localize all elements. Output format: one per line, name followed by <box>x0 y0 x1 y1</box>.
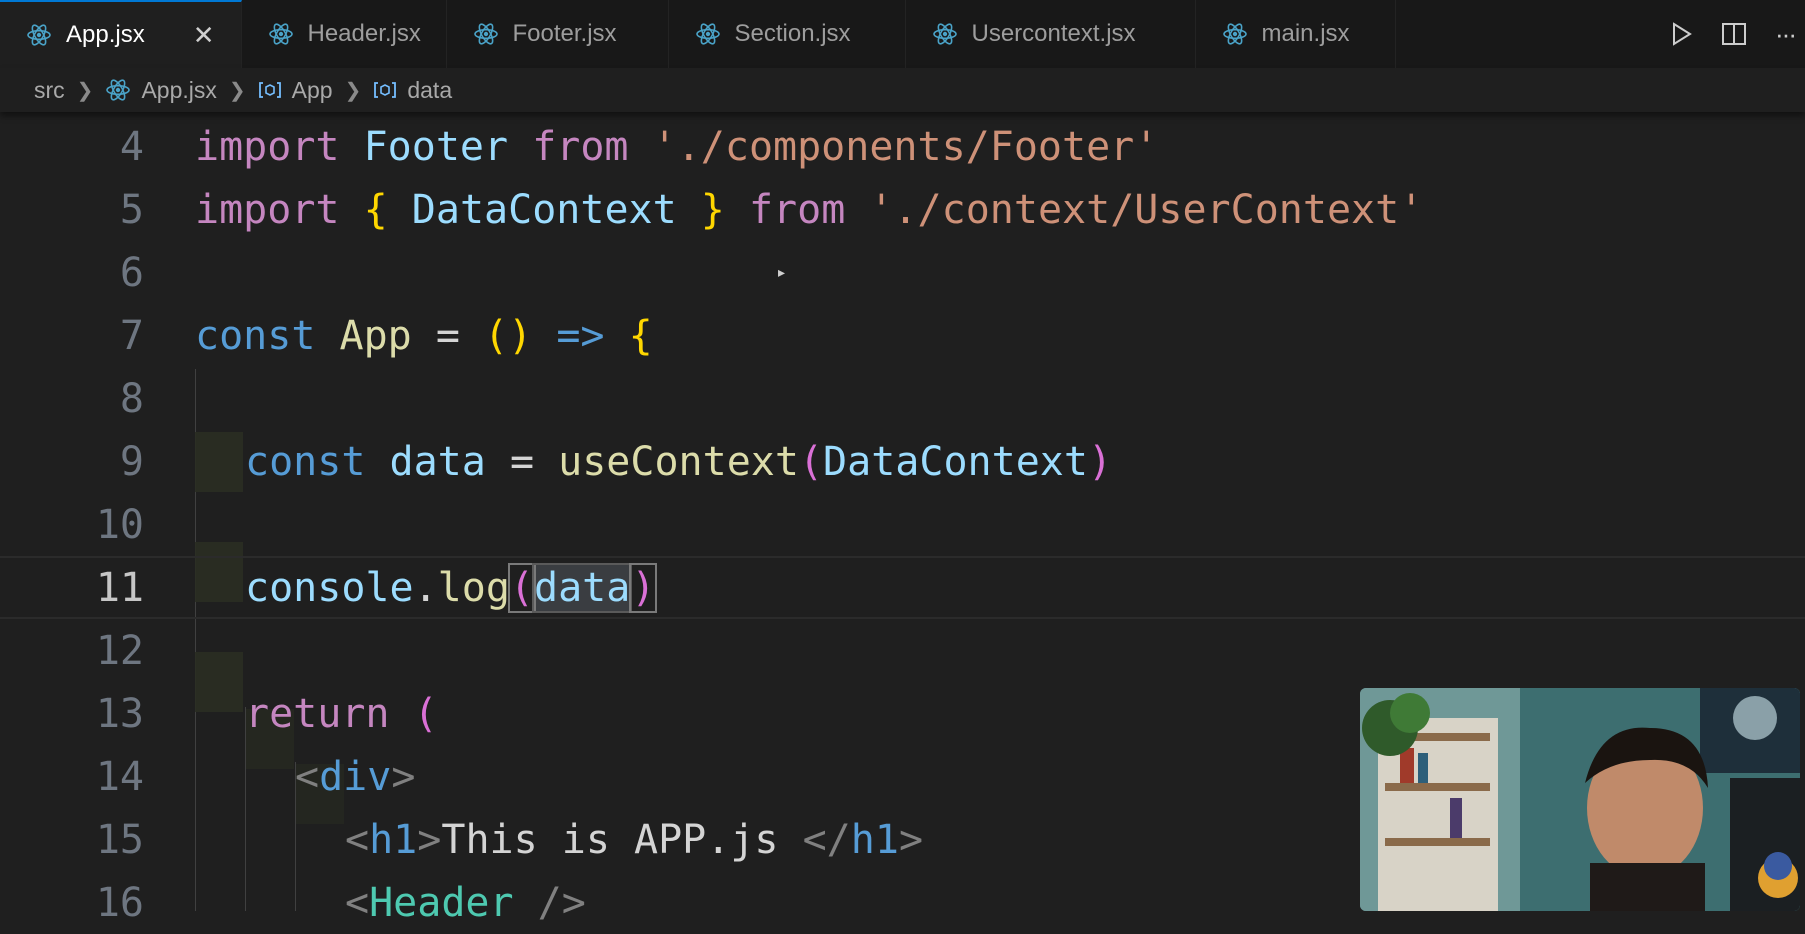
code-text: import { DataContext } from './context/U… <box>195 186 1424 233</box>
line-number: 11 <box>95 564 144 611</box>
code-line: 10 <box>0 493 1805 556</box>
symbol-variable-icon <box>374 82 397 98</box>
line-number: 5 <box>119 186 144 233</box>
webcam-overlay <box>1360 688 1800 911</box>
breadcrumb: src ❯ App.jsx ❯ App ❯ data <box>0 68 1805 112</box>
breadcrumb-folder[interactable]: src <box>34 77 65 104</box>
run-icon[interactable] <box>1671 22 1693 46</box>
breadcrumb-file[interactable]: App.jsx <box>141 77 216 104</box>
line-number: 15 <box>95 816 144 863</box>
line-number: 10 <box>95 501 144 548</box>
chevron-right-icon: ❯ <box>344 79 362 102</box>
code-line: 8 <box>0 367 1805 430</box>
chevron-right-icon: ❯ <box>76 79 94 102</box>
line-number: 16 <box>95 879 144 926</box>
line-number: 7 <box>119 312 144 359</box>
react-icon <box>106 79 131 101</box>
breadcrumb-symbol-data[interactable]: data <box>407 77 452 104</box>
mouse-pointer-icon: ▸ <box>778 264 786 280</box>
react-icon <box>27 24 51 46</box>
code-line: 12 <box>0 619 1805 682</box>
tab-app-jsx[interactable]: App.jsx ✕ <box>0 0 242 68</box>
code-text: const data = useContext(DataContext) <box>245 438 1113 485</box>
more-actions-icon[interactable]: ··· <box>1775 19 1797 50</box>
code-line: 5 import { DataContext } from './context… <box>0 178 1805 241</box>
code-text: import Footer from './components/Footer' <box>195 123 1159 170</box>
code-line: 9 const data = useContext(DataContext) <box>0 430 1805 493</box>
tab-main-jsx[interactable]: main.jsx <box>1195 0 1396 68</box>
code-line: 6 <box>0 241 1805 304</box>
presenter-video-image <box>1360 688 1800 911</box>
line-number: 4 <box>119 123 144 170</box>
line-number: 13 <box>95 690 144 737</box>
tab-footer-jsx[interactable]: Footer.jsx <box>446 0 669 68</box>
tab-label: Section.jsx <box>734 20 851 47</box>
split-editor-icon[interactable] <box>1721 21 1747 47</box>
code-text: <h1>This is APP.js </h1> <box>345 816 924 863</box>
editor-tab-bar: App.jsx ✕ Header.jsx Footer.jsx Section.… <box>0 0 1805 69</box>
tab-label: main.jsx <box>1261 20 1350 47</box>
code-line: 7 const App = () => { <box>0 304 1805 367</box>
symbol-variable-icon <box>258 82 281 98</box>
line-number: 6 <box>119 249 144 296</box>
tab-usercontext-jsx[interactable]: Usercontext.jsx <box>905 0 1196 68</box>
close-icon[interactable]: ✕ <box>193 20 215 51</box>
code-text: const App = () => { <box>195 312 653 359</box>
code-text: <Header /> <box>345 879 586 926</box>
code-line: 4 import Footer from './components/Foote… <box>0 115 1805 178</box>
line-number: 12 <box>95 627 144 674</box>
tab-header-jsx[interactable]: Header.jsx <box>241 0 447 68</box>
code-line-current: 11 console.log(data) <box>0 556 1805 619</box>
line-number: 9 <box>119 438 144 485</box>
tab-label: Header.jsx <box>307 20 421 47</box>
tab-label: App.jsx <box>66 21 145 48</box>
code-text: return ( <box>245 690 438 737</box>
editor-actions: ··· <box>1671 0 1805 68</box>
line-number: 14 <box>95 753 144 800</box>
chevron-right-icon: ❯ <box>228 79 246 102</box>
code-text: <div> <box>295 753 416 800</box>
tab-label: Usercontext.jsx <box>971 20 1136 47</box>
tab-label: Footer.jsx <box>512 20 617 47</box>
react-icon <box>695 23 720 45</box>
code-text: console.log(data) <box>245 562 658 613</box>
react-icon <box>932 23 957 45</box>
react-icon <box>268 23 293 45</box>
breadcrumb-symbol-app[interactable]: App <box>292 77 333 104</box>
react-icon <box>1222 23 1247 45</box>
react-icon <box>473 23 498 45</box>
tab-section-jsx[interactable]: Section.jsx <box>668 0 906 68</box>
line-number: 8 <box>119 375 144 422</box>
